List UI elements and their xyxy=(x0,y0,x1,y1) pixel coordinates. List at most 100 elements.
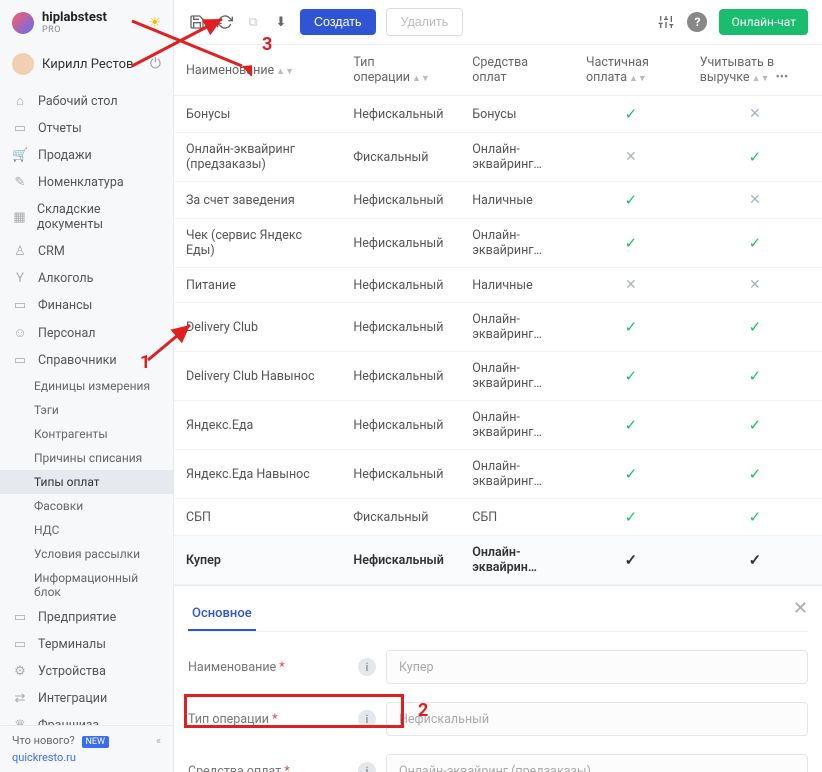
table-row[interactable]: Яндекс.ЕдаНефискальныйОнлайн-эквайринг…✓… xyxy=(174,401,822,450)
download-icon[interactable]: ⬇ xyxy=(272,13,290,31)
nav-item[interactable]: ⚙ Устройства xyxy=(0,658,173,685)
nav-label: Алкоголь xyxy=(38,271,93,286)
nav-item[interactable]: ▦ Складские документы xyxy=(0,196,173,238)
nav-icon: ♛ xyxy=(12,718,28,725)
nav-icon: Y xyxy=(12,271,28,286)
nav-subitem[interactable]: Типы оплат xyxy=(0,470,173,494)
form-row: Наименование * i Купер xyxy=(188,650,808,684)
toolbar: ⧉ ⬇ Создать Удалить ? Онлайн-чат xyxy=(174,0,822,45)
table-row[interactable]: Яндекс.Еда НавыносНефискальныйОнлайн-экв… xyxy=(174,450,822,499)
table-row[interactable]: За счет заведенияНефискальныйНаличные✓✕ xyxy=(174,182,822,219)
sidebar: hiplabstest PRO ☀ Кирилл Рестов ⏻ ⌂Рабоч… xyxy=(0,0,174,772)
nav-label: Устройства xyxy=(38,664,106,679)
nav-subitem[interactable]: Информационный блок xyxy=(0,566,173,604)
nav-icon: ✎ xyxy=(12,175,28,190)
nav-icon: ▭ xyxy=(12,610,28,625)
theme-icon[interactable]: ☀ xyxy=(148,15,161,31)
nav-item[interactable]: ♛Франшиза xyxy=(0,712,173,725)
nav-subitem[interactable]: Причины списания xyxy=(0,446,173,470)
delete-button[interactable]: Удалить xyxy=(386,8,464,36)
text-input[interactable]: Онлайн-эквайринг (предзаказы) xyxy=(386,754,808,772)
nav-item[interactable]: ⇄Интеграции xyxy=(0,685,173,712)
nav-item[interactable]: ☺ Персонал xyxy=(0,319,173,347)
col-name[interactable]: Наименование▲▼ xyxy=(174,45,341,96)
table-row[interactable]: СБПФискальныйСБП✓✓ xyxy=(174,499,822,536)
collapse-icon[interactable]: « xyxy=(156,734,161,747)
nav-subitem[interactable]: Контрагенты xyxy=(0,422,173,446)
main: ⧉ ⬇ Создать Удалить ? Онлайн-чат Наимено… xyxy=(174,0,822,772)
nav-label: Справочники xyxy=(38,353,117,368)
nav-icon: ▭ xyxy=(12,121,28,136)
refresh-icon[interactable] xyxy=(216,13,234,31)
text-input[interactable]: Купер xyxy=(386,650,808,684)
nav-icon: ▭ xyxy=(12,298,28,313)
nav-label: Финансы xyxy=(38,298,92,313)
nav-label: Терминалы xyxy=(38,637,106,652)
help-icon[interactable]: ? xyxy=(687,12,707,32)
table-wrap[interactable]: Наименование▲▼ Тип операции▲▼ Средства о… xyxy=(174,45,822,585)
nav-icon: ▭ xyxy=(12,353,28,368)
nav-label: Складские документы xyxy=(37,202,161,232)
col-pay[interactable]: Средства оплат xyxy=(460,45,574,96)
nav-icon: ⚙ xyxy=(12,664,28,679)
nav-item[interactable]: ▭ Финансы xyxy=(0,292,173,319)
nav-icon: ♙ xyxy=(12,244,28,259)
table-row[interactable]: ПитаниеНефискальныйНаличные✕✕ xyxy=(174,268,822,303)
nav-item[interactable]: ▭ Справочники xyxy=(0,347,173,374)
nav-subitem[interactable]: Тэги xyxy=(0,398,173,422)
nav-icon: ▦ xyxy=(12,210,27,225)
copy-icon: ⧉ xyxy=(244,13,262,31)
detail-panel: ✕ Основное Наименование * i Купер Тип оп… xyxy=(174,585,822,772)
text-input[interactable]: Нефискальный xyxy=(386,702,808,736)
nav-label: CRM xyxy=(38,244,65,259)
nav-item[interactable]: Y Алкоголь xyxy=(0,265,173,292)
nav-label: Персонал xyxy=(38,326,95,341)
settings-icon[interactable] xyxy=(657,13,675,31)
info-icon[interactable]: i xyxy=(358,710,376,728)
col-rev[interactable]: Учитывать в выручке▲▼ ••• xyxy=(688,45,822,96)
info-icon[interactable]: i xyxy=(358,762,376,772)
table-row[interactable]: Delivery ClubНефискальныйОнлайн-эквайрин… xyxy=(174,303,822,352)
table-row[interactable]: БонусыНефискальныйБонусы✓✕ xyxy=(174,96,822,133)
payments-table: Наименование▲▼ Тип операции▲▼ Средства о… xyxy=(174,45,822,585)
save-icon[interactable] xyxy=(188,13,206,31)
nav-subitem[interactable]: НДС xyxy=(0,518,173,542)
table-row[interactable]: КуперНефискальныйОнлайн-эквайрин…✓✓ xyxy=(174,536,822,585)
nav-icon: ☺ xyxy=(12,325,28,341)
detail-tabs: Основное xyxy=(188,586,808,632)
table-row[interactable]: Чек (сервис Яндекс Еды)НефискальныйОнлай… xyxy=(174,219,822,268)
tab-main[interactable]: Основное xyxy=(188,598,256,631)
new-badge: NEW xyxy=(82,736,110,748)
nav-item[interactable]: ✎ Номенклатура xyxy=(0,169,173,196)
create-button[interactable]: Создать xyxy=(300,9,376,35)
col-menu-icon[interactable]: ••• xyxy=(776,70,789,85)
nav-label: Отчеты xyxy=(38,121,82,136)
nav-item[interactable]: ▭ Отчеты xyxy=(0,115,173,142)
footer-link[interactable]: quickresto.ru xyxy=(12,747,161,764)
form-row: Средства оплат * i Онлайн-эквайринг (пре… xyxy=(188,754,808,772)
info-icon[interactable]: i xyxy=(358,658,376,676)
col-partial[interactable]: Частичная оплата▲▼ xyxy=(574,45,688,96)
nav-icon: ⇄ xyxy=(12,691,28,706)
col-op[interactable]: Тип операции▲▼ xyxy=(341,45,460,96)
nav-item[interactable]: 🛒Продажи xyxy=(0,142,173,169)
nav-subitem[interactable]: Условия рассылки xyxy=(0,542,173,566)
form-label: Наименование * xyxy=(188,660,358,675)
nav-item[interactable]: ⌂Рабочий стол xyxy=(0,87,173,115)
nav-label: Продажи xyxy=(38,148,92,163)
table-row[interactable]: Онлайн-эквайринг (предзаказы)ФискальныйО… xyxy=(174,133,822,182)
form-label: Тип операции * xyxy=(188,712,358,727)
nav-subitem[interactable]: Фасовки xyxy=(0,494,173,518)
nav-subitem[interactable]: Единицы измерения xyxy=(0,374,173,398)
close-icon[interactable]: ✕ xyxy=(793,598,808,619)
user-row[interactable]: Кирилл Рестов ⏻ xyxy=(0,45,173,83)
nav-item[interactable]: ▭Предприятие xyxy=(0,604,173,631)
nav-label: Номенклатура xyxy=(38,175,124,190)
whats-new-link[interactable]: Что нового? xyxy=(12,734,75,747)
sidebar-footer: Что нового? NEW « quickresto.ru xyxy=(0,725,173,772)
nav-item[interactable]: ♙ CRM xyxy=(0,238,173,265)
chat-button[interactable]: Онлайн-чат xyxy=(719,9,808,35)
table-row[interactable]: Delivery Club НавыносНефискальныйОнлайн-… xyxy=(174,352,822,401)
nav-item[interactable]: ▭Терминалы xyxy=(0,631,173,658)
logout-icon[interactable]: ⏻ xyxy=(150,56,161,72)
